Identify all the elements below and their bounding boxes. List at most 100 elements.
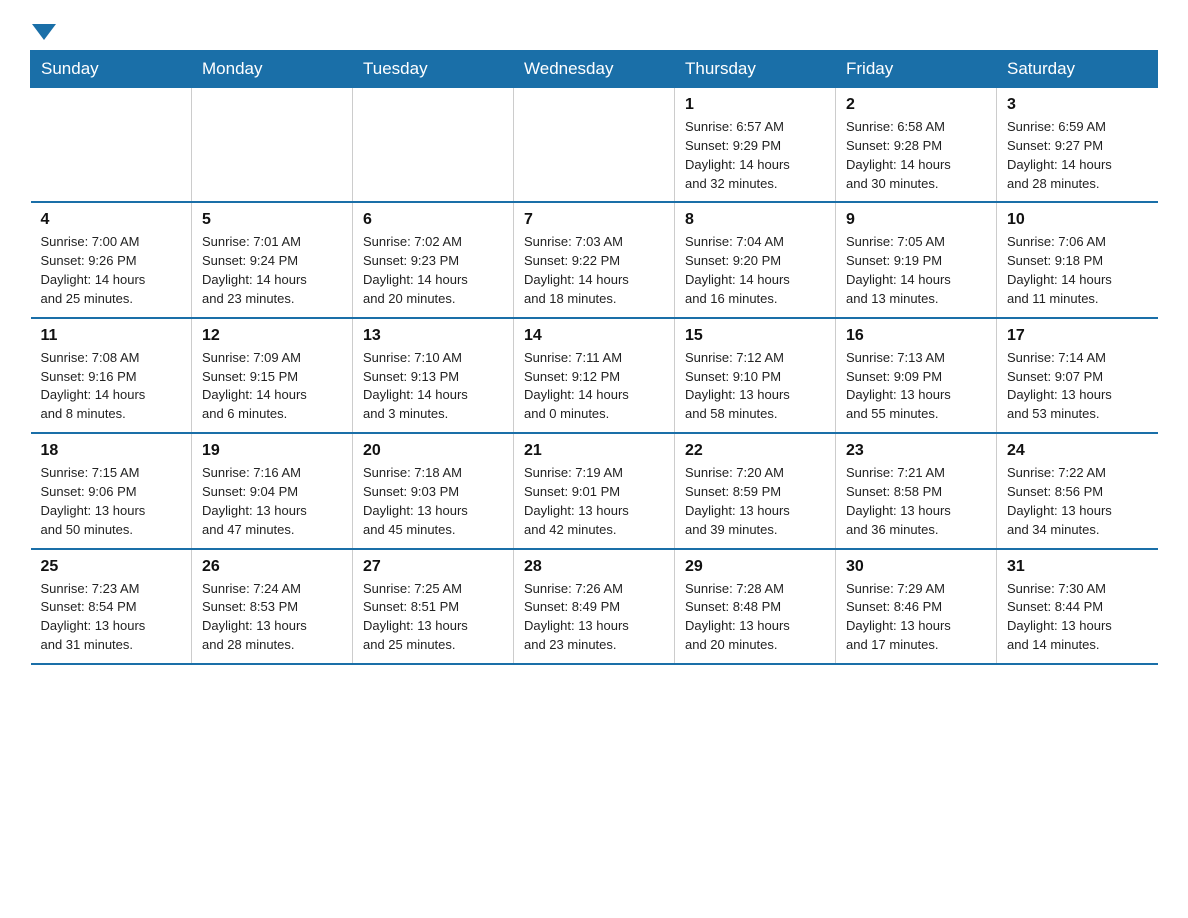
day-info: Sunrise: 7:01 AM Sunset: 9:24 PM Dayligh…: [202, 233, 342, 308]
calendar-table: SundayMondayTuesdayWednesdayThursdayFrid…: [30, 50, 1158, 665]
day-cell: 2 Sunrise: 6:58 AM Sunset: 9:28 PM Daylig…: [836, 88, 997, 203]
day-info: Sunrise: 7:00 AM Sunset: 9:26 PM Dayligh…: [41, 233, 182, 308]
day-info: Sunrise: 6:57 AM Sunset: 9:29 PM Dayligh…: [685, 118, 825, 193]
day-cell: 22 Sunrise: 7:20 AM Sunset: 8:59 PM Dayli…: [675, 433, 836, 548]
day-number: 20: [363, 442, 503, 460]
day-number: 21: [524, 442, 664, 460]
day-number: 23: [846, 442, 986, 460]
day-number: 6: [363, 211, 503, 229]
day-info: Sunrise: 7:18 AM Sunset: 9:03 PM Dayligh…: [363, 464, 503, 539]
day-info: Sunrise: 7:09 AM Sunset: 9:15 PM Dayligh…: [202, 349, 342, 424]
logo: [30, 20, 58, 32]
logo-arrow-icon: [32, 24, 56, 40]
day-cell: [31, 88, 192, 203]
day-number: 22: [685, 442, 825, 460]
day-info: Sunrise: 7:10 AM Sunset: 9:13 PM Dayligh…: [363, 349, 503, 424]
day-cell: 5 Sunrise: 7:01 AM Sunset: 9:24 PM Daylig…: [192, 202, 353, 317]
day-number: 19: [202, 442, 342, 460]
day-number: 26: [202, 558, 342, 576]
day-number: 8: [685, 211, 825, 229]
day-cell: 17Sunrise: 7:14 AM Sunset: 9:07 PM Dayli…: [997, 318, 1158, 433]
day-cell: 3 Sunrise: 6:59 AM Sunset: 9:27 PM Daylig…: [997, 88, 1158, 203]
day-number: 10: [1007, 211, 1148, 229]
day-cell: [514, 88, 675, 203]
week-row-2: 4 Sunrise: 7:00 AM Sunset: 9:26 PM Daylig…: [31, 202, 1158, 317]
day-cell: 19 Sunrise: 7:16 AM Sunset: 9:04 PM Dayli…: [192, 433, 353, 548]
day-number: 14: [524, 327, 664, 345]
col-header-thursday: Thursday: [675, 51, 836, 88]
day-number: 11: [41, 327, 182, 345]
day-info: Sunrise: 7:20 AM Sunset: 8:59 PM Dayligh…: [685, 464, 825, 539]
day-info: Sunrise: 6:58 AM Sunset: 9:28 PM Dayligh…: [846, 118, 986, 193]
page-header: [30, 20, 1158, 32]
day-info: Sunrise: 7:11 AM Sunset: 9:12 PM Dayligh…: [524, 349, 664, 424]
day-cell: 6 Sunrise: 7:02 AM Sunset: 9:23 PM Daylig…: [353, 202, 514, 317]
day-cell: 11 Sunrise: 7:08 AM Sunset: 9:16 PM Dayli…: [31, 318, 192, 433]
day-cell: 15 Sunrise: 7:12 AM Sunset: 9:10 PM Dayli…: [675, 318, 836, 433]
day-info: Sunrise: 7:21 AM Sunset: 8:58 PM Dayligh…: [846, 464, 986, 539]
col-header-saturday: Saturday: [997, 51, 1158, 88]
day-number: 16: [846, 327, 986, 345]
day-info: Sunrise: 7:12 AM Sunset: 9:10 PM Dayligh…: [685, 349, 825, 424]
day-info: Sunrise: 7:26 AM Sunset: 8:49 PM Dayligh…: [524, 580, 664, 655]
day-info: Sunrise: 6:59 AM Sunset: 9:27 PM Dayligh…: [1007, 118, 1148, 193]
day-cell: 1 Sunrise: 6:57 AM Sunset: 9:29 PM Daylig…: [675, 88, 836, 203]
day-info: Sunrise: 7:23 AM Sunset: 8:54 PM Dayligh…: [41, 580, 182, 655]
day-info: Sunrise: 7:19 AM Sunset: 9:01 PM Dayligh…: [524, 464, 664, 539]
week-row-5: 25 Sunrise: 7:23 AM Sunset: 8:54 PM Dayli…: [31, 549, 1158, 664]
day-cell: 31 Sunrise: 7:30 AM Sunset: 8:44 PM Dayli…: [997, 549, 1158, 664]
day-number: 25: [41, 558, 182, 576]
day-cell: [353, 88, 514, 203]
day-cell: 13 Sunrise: 7:10 AM Sunset: 9:13 PM Dayli…: [353, 318, 514, 433]
day-info: Sunrise: 7:13 AM Sunset: 9:09 PM Dayligh…: [846, 349, 986, 424]
day-info: Sunrise: 7:16 AM Sunset: 9:04 PM Dayligh…: [202, 464, 342, 539]
day-info: Sunrise: 7:28 AM Sunset: 8:48 PM Dayligh…: [685, 580, 825, 655]
day-cell: 9 Sunrise: 7:05 AM Sunset: 9:19 PM Daylig…: [836, 202, 997, 317]
day-cell: 20 Sunrise: 7:18 AM Sunset: 9:03 PM Dayli…: [353, 433, 514, 548]
day-number: 17: [1007, 327, 1148, 345]
day-number: 29: [685, 558, 825, 576]
day-cell: 29 Sunrise: 7:28 AM Sunset: 8:48 PM Dayli…: [675, 549, 836, 664]
day-number: 24: [1007, 442, 1148, 460]
day-info: Sunrise: 7:24 AM Sunset: 8:53 PM Dayligh…: [202, 580, 342, 655]
day-info: Sunrise: 7:08 AM Sunset: 9:16 PM Dayligh…: [41, 349, 182, 424]
day-cell: 14 Sunrise: 7:11 AM Sunset: 9:12 PM Dayli…: [514, 318, 675, 433]
day-info: Sunrise: 7:05 AM Sunset: 9:19 PM Dayligh…: [846, 233, 986, 308]
day-cell: 12 Sunrise: 7:09 AM Sunset: 9:15 PM Dayli…: [192, 318, 353, 433]
week-row-4: 18Sunrise: 7:15 AM Sunset: 9:06 PM Dayli…: [31, 433, 1158, 548]
day-cell: 16 Sunrise: 7:13 AM Sunset: 9:09 PM Dayli…: [836, 318, 997, 433]
day-info: Sunrise: 7:04 AM Sunset: 9:20 PM Dayligh…: [685, 233, 825, 308]
day-info: Sunrise: 7:25 AM Sunset: 8:51 PM Dayligh…: [363, 580, 503, 655]
day-number: 31: [1007, 558, 1148, 576]
day-cell: 24 Sunrise: 7:22 AM Sunset: 8:56 PM Dayli…: [997, 433, 1158, 548]
day-number: 12: [202, 327, 342, 345]
week-row-1: 1 Sunrise: 6:57 AM Sunset: 9:29 PM Daylig…: [31, 88, 1158, 203]
day-info: Sunrise: 7:03 AM Sunset: 9:22 PM Dayligh…: [524, 233, 664, 308]
day-number: 15: [685, 327, 825, 345]
day-number: 1: [685, 96, 825, 114]
week-row-3: 11 Sunrise: 7:08 AM Sunset: 9:16 PM Dayli…: [31, 318, 1158, 433]
day-number: 5: [202, 211, 342, 229]
day-number: 13: [363, 327, 503, 345]
day-info: Sunrise: 7:30 AM Sunset: 8:44 PM Dayligh…: [1007, 580, 1148, 655]
day-info: Sunrise: 7:22 AM Sunset: 8:56 PM Dayligh…: [1007, 464, 1148, 539]
day-info: Sunrise: 7:02 AM Sunset: 9:23 PM Dayligh…: [363, 233, 503, 308]
day-cell: 18Sunrise: 7:15 AM Sunset: 9:06 PM Dayli…: [31, 433, 192, 548]
day-number: 9: [846, 211, 986, 229]
day-cell: 25 Sunrise: 7:23 AM Sunset: 8:54 PM Dayli…: [31, 549, 192, 664]
day-cell: 30Sunrise: 7:29 AM Sunset: 8:46 PM Dayli…: [836, 549, 997, 664]
day-number: 3: [1007, 96, 1148, 114]
day-number: 4: [41, 211, 182, 229]
day-number: 30: [846, 558, 986, 576]
day-cell: 4 Sunrise: 7:00 AM Sunset: 9:26 PM Daylig…: [31, 202, 192, 317]
col-header-friday: Friday: [836, 51, 997, 88]
day-number: 27: [363, 558, 503, 576]
day-number: 18: [41, 442, 182, 460]
col-header-monday: Monday: [192, 51, 353, 88]
day-cell: 23 Sunrise: 7:21 AM Sunset: 8:58 PM Dayli…: [836, 433, 997, 548]
day-number: 2: [846, 96, 986, 114]
col-header-tuesday: Tuesday: [353, 51, 514, 88]
col-header-wednesday: Wednesday: [514, 51, 675, 88]
day-cell: 26 Sunrise: 7:24 AM Sunset: 8:53 PM Dayli…: [192, 549, 353, 664]
day-info: Sunrise: 7:06 AM Sunset: 9:18 PM Dayligh…: [1007, 233, 1148, 308]
